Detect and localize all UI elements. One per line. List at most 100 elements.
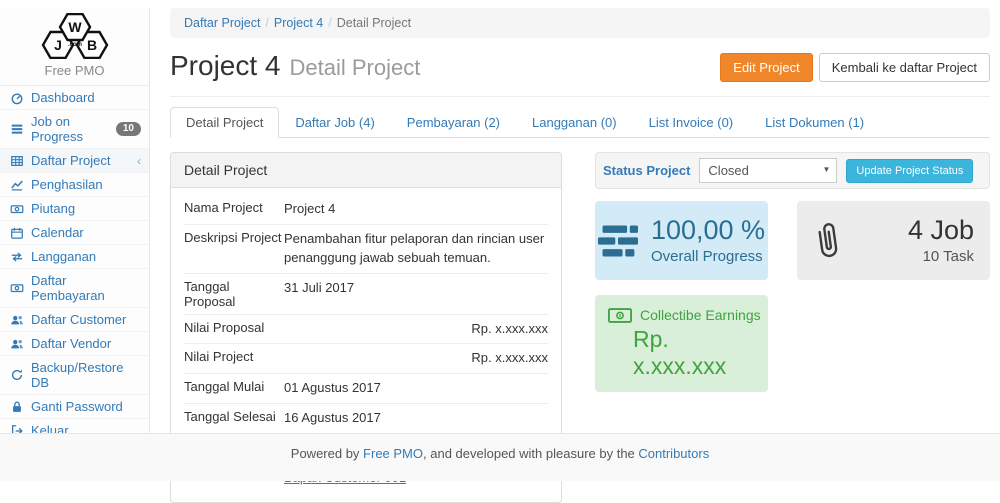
chart-line-icon <box>10 178 24 192</box>
earnings-title-row: Collectibe Earnings <box>608 307 768 323</box>
sidebar: W J B .com Free PMO Dashboard Job on Pro… <box>0 8 150 433</box>
tab-pembayaran[interactable]: Pembayaran (2) <box>391 107 516 138</box>
dashboard-icon <box>10 91 24 105</box>
tab-daftar-job[interactable]: Daftar Job (4) <box>279 107 390 138</box>
app-logo: W J B .com Free PMO <box>0 8 149 78</box>
summary-cards-row: 100,00 % Overall Progress 4 Job 10 Task <box>595 201 990 280</box>
svg-text:W: W <box>68 19 82 35</box>
svg-text:J: J <box>54 37 62 53</box>
page-footer: Powered by Free PMO, and developed with … <box>0 433 1000 481</box>
table-row: Deskripsi Project Penambahan fitur pelap… <box>184 225 548 274</box>
users-icon <box>10 337 24 351</box>
money-icon <box>10 202 24 216</box>
panel-title: Detail Project <box>171 153 561 188</box>
sidebar-item-daftar-project[interactable]: Daftar Project ‹ <box>0 149 149 173</box>
status-project-label: Status Project <box>603 163 690 178</box>
page-subtitle: Detail Project <box>290 55 421 80</box>
users-icon <box>10 313 24 327</box>
table-row: Nilai Project Rp. x.xxx.xxx <box>184 344 548 374</box>
chevron-left-icon: ‹ <box>137 155 141 167</box>
breadcrumb-current: Detail Project <box>337 16 411 30</box>
tab-list-dokumen[interactable]: List Dokumen (1) <box>749 107 880 138</box>
right-column: Status Project Closed ▼ Update Project S… <box>595 152 990 392</box>
status-select-wrap: Closed ▼ <box>699 158 837 183</box>
sidebar-item-label: Langganan <box>31 249 96 264</box>
paperclip-icon <box>810 217 846 265</box>
breadcrumb: Daftar Project/Project 4/Detail Project <box>170 8 990 38</box>
sidebar-item-label: Job on Progress <box>31 114 109 144</box>
sidebar-item-label: Daftar Project <box>31 153 110 168</box>
footer-link-free-pmo[interactable]: Free PMO <box>363 446 423 461</box>
tab-detail-project[interactable]: Detail Project <box>170 107 279 138</box>
money-icon <box>10 281 24 295</box>
edit-project-button[interactable]: Edit Project <box>720 53 812 82</box>
page-title: Project 4Detail Project <box>170 50 420 84</box>
earnings-value: Rp. x.xxx.xxx <box>633 326 768 380</box>
main-content: Daftar Project/Project 4/Detail Project … <box>150 8 1000 503</box>
sidebar-item-label: Dashboard <box>31 90 95 105</box>
refresh-icon <box>10 368 24 382</box>
header-buttons: Edit Project Kembali ke daftar Project <box>720 53 990 82</box>
sidebar-item-daftar-customer[interactable]: Daftar Customer <box>0 308 149 332</box>
calendar-icon <box>10 226 24 240</box>
table-row: Tanggal Selesai 16 Agustus 2017 <box>184 404 548 434</box>
tab-langganan[interactable]: Langganan (0) <box>516 107 633 138</box>
app-name: Free PMO <box>0 63 149 78</box>
sidebar-item-langganan[interactable]: Langganan <box>0 245 149 269</box>
sidebar-nav: Dashboard Job on Progress 10 Daftar Proj… <box>0 85 149 443</box>
sidebar-item-dashboard[interactable]: Dashboard <box>0 86 149 110</box>
footer-link-contributors[interactable]: Contributors <box>638 446 709 461</box>
sidebar-item-label: Calendar <box>31 225 84 240</box>
sidebar-item-calendar[interactable]: Calendar <box>0 221 149 245</box>
sidebar-item-label: Daftar Customer <box>31 312 126 327</box>
progress-text: 100,00 % Overall Progress <box>651 216 765 265</box>
project-tabs: Detail Project Daftar Job (4) Pembayaran… <box>170 107 990 138</box>
table-row: Nilai Proposal Rp. x.xxx.xxx <box>184 315 548 345</box>
overall-progress-card: 100,00 % Overall Progress <box>595 201 768 280</box>
sidebar-item-daftar-pembayaran[interactable]: Daftar Pembayaran <box>0 269 149 308</box>
lock-icon <box>10 400 24 414</box>
progress-caption: Overall Progress <box>651 248 765 265</box>
breadcrumb-link-project-4[interactable]: Project 4 <box>274 16 323 30</box>
sidebar-item-label: Piutang <box>31 201 75 216</box>
sidebar-item-penghasilan[interactable]: Penghasilan <box>0 173 149 197</box>
sidebar-item-label: Penghasilan <box>31 177 103 192</box>
retweet-icon <box>10 250 24 264</box>
money-bill-icon <box>608 308 632 323</box>
jobs-value: 4 Job <box>908 216 974 246</box>
table-row: Nama Project Project 4 <box>184 195 548 225</box>
list-icon <box>10 122 24 136</box>
svg-text:B: B <box>86 37 96 53</box>
page-header: Project 4Detail Project Edit Project Kem… <box>170 38 990 97</box>
table-row: Tanggal Proposal 31 Juli 2017 <box>184 274 548 315</box>
collectible-earnings-card: Collectibe Earnings Rp. x.xxx.xxx <box>595 295 768 392</box>
sidebar-item-backup-restore-db[interactable]: Backup/Restore DB <box>0 356 149 395</box>
breadcrumb-separator: / <box>260 16 273 30</box>
back-to-project-list-button[interactable]: Kembali ke daftar Project <box>819 53 990 82</box>
sidebar-item-job-on-progress[interactable]: Job on Progress 10 <box>0 110 149 149</box>
jwb-logo-icon: W J B .com <box>39 13 111 59</box>
breadcrumb-separator: / <box>323 16 336 30</box>
sidebar-item-daftar-vendor[interactable]: Daftar Vendor <box>0 332 149 356</box>
sidebar-item-label: Daftar Pembayaran <box>31 273 141 303</box>
sidebar-item-ganti-password[interactable]: Ganti Password <box>0 395 149 419</box>
jobs-text: 4 Job 10 Task <box>908 216 974 265</box>
sidebar-item-label: Daftar Vendor <box>31 336 111 351</box>
earnings-title: Collectibe Earnings <box>640 307 761 323</box>
tab-list-invoice[interactable]: List Invoice (0) <box>633 107 750 138</box>
status-select[interactable]: Closed <box>699 158 837 183</box>
footer-text: , and developed with pleasure by the <box>423 446 638 461</box>
sidebar-item-piutang[interactable]: Piutang <box>0 197 149 221</box>
status-project-bar: Status Project Closed ▼ Update Project S… <box>595 152 990 189</box>
table-row: Tanggal Mulai 01 Agustus 2017 <box>184 374 548 404</box>
progress-value: 100,00 % <box>651 216 765 246</box>
breadcrumb-link-daftar-project[interactable]: Daftar Project <box>184 16 260 30</box>
sidebar-item-label: Backup/Restore DB <box>31 360 141 390</box>
jobs-card: 4 Job 10 Task <box>797 201 990 280</box>
footer-text: Powered by <box>291 446 363 461</box>
jobs-caption: 10 Task <box>908 248 974 265</box>
tasks-icon <box>598 225 638 257</box>
update-project-status-button[interactable]: Update Project Status <box>846 159 973 183</box>
job-count-badge: 10 <box>116 122 141 136</box>
sidebar-item-label: Ganti Password <box>31 399 123 414</box>
